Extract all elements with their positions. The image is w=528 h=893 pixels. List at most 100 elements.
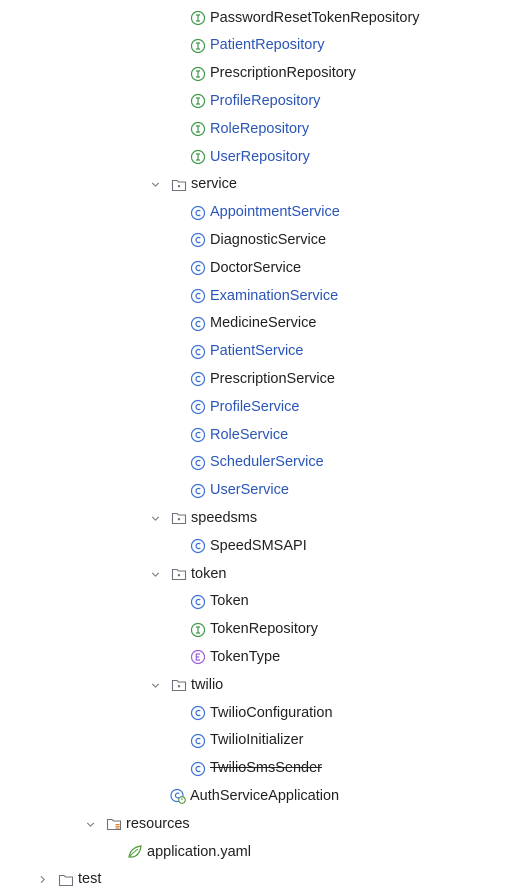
resources-folder-icon xyxy=(106,816,122,832)
tree-file-row[interactable]: SpeedSMSAPI xyxy=(0,533,528,560)
tree-item-label: SchedulerService xyxy=(210,454,324,471)
tree-item-label: resources xyxy=(126,815,190,832)
tree-item-label: speedsms xyxy=(191,509,258,526)
tree-item-label: twilio xyxy=(191,676,224,693)
tree-item-label: RoleService xyxy=(210,426,289,443)
tree-file-row[interactable]: AuthServiceApplication xyxy=(0,783,528,810)
chevron-down-icon[interactable] xyxy=(83,817,97,831)
class-icon xyxy=(190,705,206,721)
class-icon xyxy=(190,761,206,777)
interface-icon xyxy=(190,121,206,137)
tree-item-label: Token xyxy=(210,593,249,610)
package-folder-icon xyxy=(171,177,187,193)
tree-item-label: PasswordResetTokenRepository xyxy=(210,9,420,26)
tree-folder-row[interactable]: twilio xyxy=(0,672,528,699)
tree-file-row[interactable]: TwilioInitializer xyxy=(0,727,528,754)
tree-item-label: service xyxy=(191,176,237,193)
package-folder-icon xyxy=(171,510,187,526)
tree-file-row[interactable]: UserService xyxy=(0,477,528,504)
tree-folder-row[interactable]: token xyxy=(0,561,528,588)
tree-file-row[interactable]: PrescriptionService xyxy=(0,366,528,393)
tree-file-row[interactable]: RoleRepository xyxy=(0,116,528,143)
tree-folder-row[interactable]: test xyxy=(0,866,528,893)
class-icon xyxy=(190,538,206,554)
tree-item-label: TwilioInitializer xyxy=(210,732,304,749)
tree-item-label: UserService xyxy=(210,482,289,499)
tree-item-label: ProfileService xyxy=(210,398,300,415)
tree-file-row[interactable]: TokenType xyxy=(0,644,528,671)
class-icon xyxy=(190,344,206,360)
tree-folder-row[interactable]: speedsms xyxy=(0,505,528,532)
interface-icon xyxy=(190,38,206,54)
class-icon xyxy=(190,316,206,332)
interface-icon xyxy=(190,93,206,109)
tree-item-label: DoctorService xyxy=(210,259,302,276)
chevron-down-icon[interactable] xyxy=(148,567,162,581)
tree-item-label: test xyxy=(78,871,102,888)
class-icon xyxy=(190,371,206,387)
class-icon xyxy=(190,483,206,499)
tree-item-label: TwilioSmsSender xyxy=(210,760,323,777)
tree-item-label: UserRepository xyxy=(210,148,310,165)
class-icon xyxy=(190,205,206,221)
tree-item-label: AppointmentService xyxy=(210,204,340,221)
tree-file-row[interactable]: RoleService xyxy=(0,422,528,449)
tree-file-row[interactable]: MedicineService xyxy=(0,310,528,337)
tree-item-label: PatientService xyxy=(210,343,304,360)
tree-item-label: TokenRepository xyxy=(210,621,318,638)
tree-file-row[interactable]: TwilioConfiguration xyxy=(0,700,528,727)
interface-icon xyxy=(190,149,206,165)
chevron-right-icon[interactable] xyxy=(35,873,49,887)
chevron-down-icon[interactable] xyxy=(148,678,162,692)
tree-item-label: PrescriptionService xyxy=(210,370,335,387)
tree-file-row[interactable]: ProfileService xyxy=(0,394,528,421)
interface-icon xyxy=(190,622,206,638)
tree-item-label: TokenType xyxy=(210,648,281,665)
interface-icon xyxy=(190,66,206,82)
tree-file-row[interactable]: PatientRepository xyxy=(0,32,528,59)
enum-icon xyxy=(190,649,206,665)
tree-item-label: application.yaml xyxy=(147,843,251,860)
tree-item-label: RoleRepository xyxy=(210,120,310,137)
tree-file-row[interactable]: PrescriptionRepository xyxy=(0,60,528,87)
tree-folder-row[interactable]: service xyxy=(0,171,528,198)
class-icon xyxy=(190,455,206,471)
spring-boot-class-icon xyxy=(170,788,186,805)
tree-file-row[interactable]: PatientService xyxy=(0,338,528,365)
tree-file-row[interactable]: DoctorService xyxy=(0,255,528,282)
class-icon xyxy=(190,399,206,415)
tree-file-row[interactable]: application.yaml xyxy=(0,839,528,866)
tree-folder-row[interactable]: resources xyxy=(0,811,528,838)
tree-file-row[interactable]: PasswordResetTokenRepository xyxy=(0,5,528,32)
folder-icon xyxy=(58,872,74,888)
class-icon xyxy=(190,594,206,610)
tree-file-row[interactable]: Token xyxy=(0,588,528,615)
project-tree: PasswordResetTokenRepository PatientRepos… xyxy=(0,0,528,887)
chevron-down-icon[interactable] xyxy=(148,178,162,192)
class-icon xyxy=(190,733,206,749)
tree-file-row[interactable]: DiagnosticService xyxy=(0,227,528,254)
tree-file-row[interactable]: SchedulerService xyxy=(0,449,528,476)
tree-item-label: SpeedSMSAPI xyxy=(210,537,307,554)
tree-file-row[interactable]: ProfileRepository xyxy=(0,88,528,115)
class-icon xyxy=(190,288,206,304)
tree-item-label: MedicineService xyxy=(210,315,317,332)
spring-yaml-icon xyxy=(127,844,143,860)
tree-file-row[interactable]: TwilioSmsSender xyxy=(0,755,528,782)
tree-file-row[interactable]: ExaminationService xyxy=(0,283,528,310)
tree-item-label: token xyxy=(191,565,227,582)
package-folder-icon xyxy=(171,566,187,582)
tree-file-row[interactable]: TokenRepository xyxy=(0,616,528,643)
tree-item-label: DiagnosticService xyxy=(210,231,327,248)
package-folder-icon xyxy=(171,677,187,693)
tree-file-row[interactable]: UserRepository xyxy=(0,144,528,171)
chevron-down-icon[interactable] xyxy=(148,511,162,525)
tree-item-label: PrescriptionRepository xyxy=(210,65,356,82)
tree-item-label: PatientRepository xyxy=(210,37,325,54)
class-icon xyxy=(190,232,206,248)
tree-item-label: TwilioConfiguration xyxy=(210,704,333,721)
tree-item-label: AuthServiceApplication xyxy=(190,787,340,804)
tree-file-row[interactable]: AppointmentService xyxy=(0,199,528,226)
interface-icon xyxy=(190,10,206,26)
class-icon xyxy=(190,260,206,276)
